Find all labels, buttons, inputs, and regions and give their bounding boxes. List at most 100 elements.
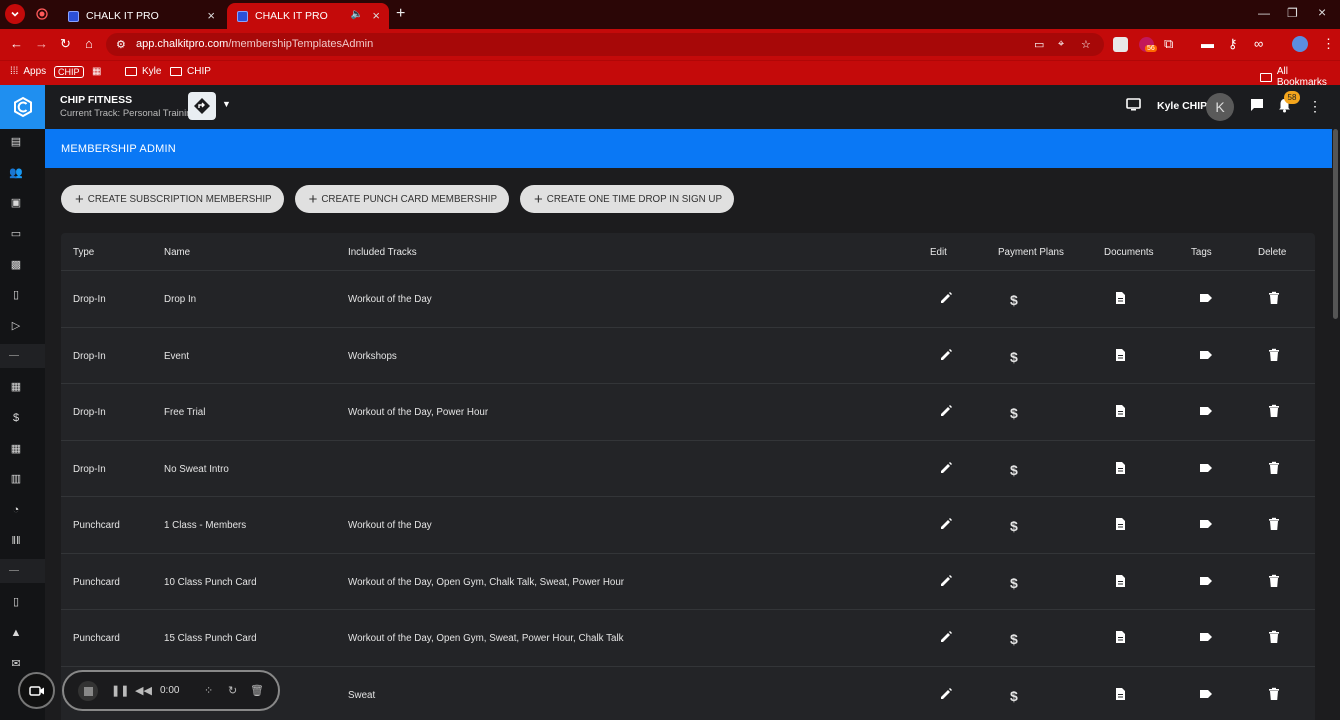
sidebar-item-members-icon[interactable]: 👥: [9, 167, 23, 179]
delete-trash-icon[interactable]: [1267, 404, 1281, 418]
payment-plans-dollar-icon[interactable]: $: [1010, 518, 1018, 534]
tag-icon[interactable]: [1199, 574, 1213, 588]
grid-icon[interactable]: ▦: [92, 66, 101, 77]
delete-trash-icon[interactable]: [1267, 630, 1281, 644]
edit-pencil-icon[interactable]: [939, 348, 953, 362]
pause-icon[interactable]: ❚❚: [111, 684, 129, 697]
key-icon[interactable]: ⚷: [1228, 36, 1238, 52]
payment-plans-dollar-icon[interactable]: $: [1010, 349, 1018, 365]
header-type[interactable]: Type: [73, 247, 94, 258]
tag-icon[interactable]: [1199, 348, 1213, 362]
payment-plans-dollar-icon[interactable]: $: [1010, 292, 1018, 308]
site-info-icon[interactable]: ⚙: [116, 38, 126, 51]
display-icon[interactable]: [1126, 98, 1141, 114]
edit-pencil-icon[interactable]: [939, 517, 953, 531]
url-text[interactable]: app.chalkitpro.com/membershipTemplatesAd…: [136, 38, 373, 50]
sidebar-item-library-icon[interactable]: ▤: [9, 136, 23, 148]
home-icon[interactable]: ⌂: [85, 36, 93, 51]
bookmark-folder-kyle[interactable]: Kyle: [125, 66, 161, 77]
page-scrollbar[interactable]: [1333, 129, 1338, 319]
sidebar-item-book-icon[interactable]: ▯: [9, 289, 23, 301]
edit-pencil-icon[interactable]: [939, 461, 953, 475]
tab-chalk-it-pro-2[interactable]: CHALK IT PRO 🔈 ×: [227, 3, 389, 29]
sidebar-item-contacts-icon[interactable]: ▩: [9, 259, 23, 271]
bookmark-chip-badge[interactable]: CHIP: [54, 66, 84, 78]
close-tab-icon[interactable]: ×: [372, 8, 380, 23]
bookmark-folder-chip[interactable]: CHIP: [170, 66, 211, 77]
cast-icon[interactable]: ▭: [1034, 38, 1044, 51]
document-icon[interactable]: [1113, 404, 1127, 418]
sidebar-item-gauge-icon[interactable]: ◔: [9, 504, 23, 516]
forward-icon[interactable]: →: [35, 36, 48, 51]
address-bar[interactable]: ⚙ app.chalkitpro.com/membershipTemplates…: [106, 33, 1104, 56]
user-name[interactable]: Kyle CHIP: [1157, 100, 1207, 112]
sidebar-item-dashboard-icon[interactable]: ▦: [9, 381, 23, 393]
header-name[interactable]: Name: [164, 247, 190, 258]
sidebar-item-fitness-icon[interactable]: ‖‖: [9, 535, 23, 547]
document-icon[interactable]: [1113, 687, 1127, 701]
payment-plans-dollar-icon[interactable]: $: [1010, 405, 1018, 421]
bookmark-star-icon[interactable]: ☆: [1081, 38, 1091, 51]
delete-trash-icon[interactable]: [1267, 461, 1281, 475]
sidebar-item-mail-icon[interactable]: ✉: [9, 658, 23, 670]
record-icon[interactable]: [32, 4, 52, 24]
sidebar-item-document-icon[interactable]: ▭: [9, 228, 23, 240]
tag-icon[interactable]: [1199, 291, 1213, 305]
create-subscription-membership-button[interactable]: + CREATE SUBSCRIPTION MEMBERSHIP: [61, 185, 284, 213]
link-icon[interactable]: ∞: [1254, 36, 1263, 51]
sidebar-item-billing-icon[interactable]: $: [9, 412, 23, 424]
trash-icon[interactable]: 🗑: [250, 684, 264, 697]
sidebar-item-calendar-icon[interactable]: ▦: [9, 443, 23, 455]
payment-plans-dollar-icon[interactable]: $: [1010, 688, 1018, 704]
document-icon[interactable]: [1113, 517, 1127, 531]
document-icon[interactable]: [1113, 348, 1127, 362]
speaker-icon[interactable]: 🔈: [351, 9, 363, 20]
app-logo[interactable]: [0, 85, 45, 129]
tag-icon[interactable]: [1199, 461, 1213, 475]
payment-plans-dollar-icon[interactable]: $: [1010, 575, 1018, 591]
tab-chalk-it-pro-1[interactable]: CHALK IT PRO ×: [58, 3, 224, 29]
reload-icon[interactable]: ↻: [60, 36, 71, 52]
tab-search-button[interactable]: [5, 4, 25, 24]
tag-icon[interactable]: [1199, 630, 1213, 644]
camera-toggle-button[interactable]: [18, 672, 55, 709]
document-icon[interactable]: [1113, 574, 1127, 588]
tag-icon[interactable]: [1199, 687, 1213, 701]
chat-icon[interactable]: [1250, 98, 1264, 115]
create-drop-in-signup-button[interactable]: + CREATE ONE TIME DROP IN SIGN UP: [519, 185, 735, 213]
edit-pencil-icon[interactable]: [939, 404, 953, 418]
restore-icon[interactable]: ❐: [1287, 6, 1298, 20]
puzzle-extensions-icon[interactable]: ⧉: [1164, 36, 1173, 52]
delete-trash-icon[interactable]: [1267, 348, 1281, 362]
delete-trash-icon[interactable]: [1267, 687, 1281, 701]
delete-trash-icon[interactable]: [1267, 574, 1281, 588]
header-included-tracks[interactable]: Included Tracks: [348, 247, 417, 258]
stop-recording-button[interactable]: [78, 681, 98, 701]
track-switch-button[interactable]: [188, 92, 216, 120]
more-menu-icon[interactable]: ⋮: [1308, 98, 1322, 115]
bookmark-apps[interactable]: ⁞⁞⁞ Apps: [10, 66, 46, 77]
document-icon[interactable]: [1113, 291, 1127, 305]
document-icon[interactable]: [1113, 630, 1127, 644]
close-tab-icon[interactable]: ×: [207, 8, 215, 23]
edit-pencil-icon[interactable]: [939, 687, 953, 701]
minimize-icon[interactable]: —: [1258, 6, 1270, 20]
payment-plans-dollar-icon[interactable]: $: [1010, 462, 1018, 478]
sidebar-item-tag-icon[interactable]: ▷: [9, 320, 23, 332]
extension-icon[interactable]: [1113, 37, 1128, 52]
sidebar-item-reports-icon[interactable]: ▣: [9, 197, 23, 209]
tag-icon[interactable]: [1199, 404, 1213, 418]
close-window-icon[interactable]: ×: [1318, 4, 1326, 20]
track-dropdown-icon[interactable]: ▼: [222, 99, 231, 109]
restart-icon[interactable]: ↻: [228, 684, 237, 697]
tag-icon[interactable]: [1199, 517, 1213, 531]
location-icon[interactable]: ⌖: [1058, 38, 1064, 51]
avatar[interactable]: K: [1206, 93, 1234, 121]
browser-menu-icon[interactable]: ⋮: [1322, 36, 1335, 52]
profile-avatar-icon[interactable]: [1292, 36, 1308, 52]
edit-pencil-icon[interactable]: [939, 630, 953, 644]
grid-dots-icon[interactable]: ⁘: [204, 684, 213, 697]
back-icon[interactable]: ←: [10, 36, 23, 51]
delete-trash-icon[interactable]: [1267, 291, 1281, 305]
edit-pencil-icon[interactable]: [939, 291, 953, 305]
